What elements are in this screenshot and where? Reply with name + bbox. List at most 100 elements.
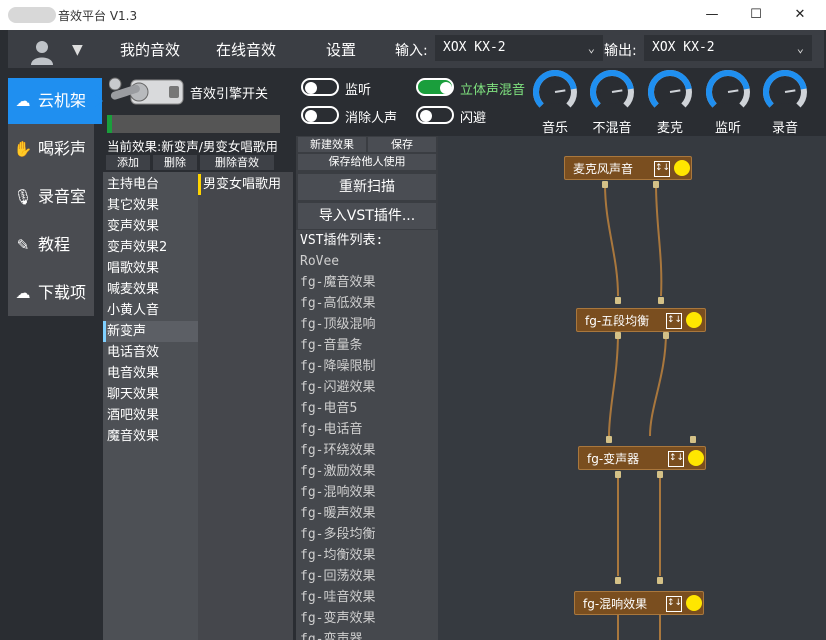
vst-plugin-item[interactable]: fg-回荡效果: [300, 566, 375, 587]
knob-monitor[interactable]: 监听: [704, 68, 752, 136]
chain-node-reverb[interactable]: fg-混响效果 ↕↓: [574, 591, 704, 615]
window-title: 音效平台 V1.3: [58, 9, 138, 23]
vst-plugin-item[interactable]: fg-环绕效果: [300, 440, 375, 461]
list-item[interactable]: 电话音效: [103, 342, 198, 363]
input-device-value: XOX KX-2: [443, 40, 506, 55]
level-meter-fill: [107, 115, 113, 133]
toggle-ducking[interactable]: [416, 106, 454, 124]
title-bar: 音效平台 V1.3 — ☐ ✕: [0, 0, 826, 30]
output-port-icon: [615, 471, 621, 478]
save-button[interactable]: 保存: [368, 137, 436, 152]
sidebar-item-studio[interactable]: 🎙 录音室: [8, 174, 102, 220]
list-item[interactable]: 喊麦效果: [103, 279, 198, 300]
toggle-vocal-remove[interactable]: [301, 106, 339, 124]
knob-no-mix-label: 不混音: [592, 121, 632, 136]
input-port-icon: [615, 577, 621, 584]
vst-plugin-item[interactable]: fg-电音5: [300, 398, 357, 419]
output-device-select[interactable]: XOX KX-2 ⌄: [644, 35, 812, 61]
vst-plugin-item[interactable]: fg-闪避效果: [300, 377, 375, 398]
output-port-icon: [663, 332, 669, 339]
status-dot-icon[interactable]: [686, 312, 702, 328]
list-item[interactable]: 主持电台: [103, 174, 198, 195]
menu-settings[interactable]: 设置: [326, 39, 356, 60]
toggle-ducking-label: 闪避: [460, 111, 487, 126]
list-item[interactable]: 变声效果: [103, 216, 198, 237]
input-device-select[interactable]: XOX KX-2 ⌄: [435, 35, 603, 61]
eq-settings-icon[interactable]: ↕↓: [668, 451, 684, 467]
knob-record-label: 录音: [771, 121, 798, 136]
status-dot-icon[interactable]: [674, 160, 690, 176]
chain-node-eq5[interactable]: fg-五段均衡 ↕↓: [576, 308, 706, 332]
list-item[interactable]: 电音效果: [103, 363, 198, 384]
save-for-others-button[interactable]: 保存给他人使用: [298, 154, 436, 170]
vst-plugin-item[interactable]: RoVee: [300, 251, 339, 272]
rescan-button[interactable]: 重新扫描: [298, 174, 436, 200]
delete-effect-button[interactable]: 删除音效: [200, 155, 274, 170]
sidebar-item-tutorial[interactable]: ✎ 教程: [8, 222, 102, 268]
status-dot-icon[interactable]: [686, 595, 702, 611]
user-avatar-icon[interactable]: [28, 38, 56, 66]
output-label: 输出:: [604, 43, 637, 59]
menu-my-effects[interactable]: 我的音效: [120, 39, 180, 60]
list-item[interactable]: 酒吧效果: [103, 405, 198, 426]
chain-node-voice-changer[interactable]: fg-变声器 ↕↓: [578, 446, 706, 470]
eq-settings-icon[interactable]: ↕↓: [666, 596, 682, 612]
vst-plugin-item[interactable]: fg-变声效果: [300, 608, 375, 629]
list-item[interactable]: 聊天效果: [103, 384, 198, 405]
vst-plugin-item[interactable]: fg-激励效果: [300, 461, 375, 482]
vst-plugin-item[interactable]: fg-哇音效果: [300, 587, 375, 608]
eq-settings-icon[interactable]: ↕↓: [666, 313, 682, 329]
sidebar-item-label: 云机架: [38, 91, 87, 110]
new-effect-button[interactable]: 新建效果: [298, 137, 366, 152]
vst-plugin-item[interactable]: fg-暖声效果: [300, 503, 375, 524]
vst-plugin-item[interactable]: fg-魔音效果: [300, 272, 375, 293]
import-vst-button[interactable]: 导入VST插件...: [298, 203, 436, 229]
vst-plugin-item[interactable]: fg-混响效果: [300, 482, 375, 503]
vst-plugin-item[interactable]: fg-变声器: [300, 629, 362, 640]
chain-node-mic[interactable]: 麦克风声音 ↕↓: [564, 156, 692, 180]
vst-plugin-item[interactable]: fg-电话音: [300, 419, 362, 440]
knob-no-mix[interactable]: 不混音: [588, 68, 636, 136]
vst-plugin-item[interactable]: fg-降噪限制: [300, 356, 375, 377]
toggle-monitor[interactable]: [301, 78, 339, 96]
knob-dial-icon: [648, 70, 692, 108]
toggle-stereo-mix-label: 立体声混音: [460, 83, 526, 98]
knob-record[interactable]: 录音: [761, 68, 809, 136]
knob-mic[interactable]: 麦克: [646, 68, 694, 136]
close-button[interactable]: ✕: [778, 0, 822, 30]
list-item[interactable]: 唱歌效果: [103, 258, 198, 279]
menu-online-effects[interactable]: 在线音效: [216, 39, 276, 60]
vst-plugin-item[interactable]: fg-高低效果: [300, 293, 375, 314]
toggle-stereo-mix[interactable]: [416, 78, 454, 96]
list-item[interactable]: 新变声: [103, 321, 198, 342]
knob-music[interactable]: 音乐: [531, 68, 579, 136]
status-dot-icon[interactable]: [688, 450, 704, 466]
vst-plugin-item[interactable]: fg-音量条: [300, 335, 362, 356]
delete-category-button[interactable]: 删除: [153, 155, 197, 170]
user-dropdown-icon[interactable]: ▼: [72, 42, 83, 58]
list-item[interactable]: 男变女唱歌用: [198, 174, 293, 195]
list-item[interactable]: 其它效果: [103, 195, 198, 216]
maximize-button[interactable]: ☐: [734, 0, 778, 30]
vst-plugin-item[interactable]: fg-均衡效果: [300, 545, 375, 566]
engine-switch-icon[interactable]: [109, 74, 185, 110]
eq-settings-icon[interactable]: ↕↓: [654, 161, 670, 177]
add-effect-button[interactable]: 添加: [106, 155, 150, 170]
tutorial-icon: ✎: [16, 236, 30, 254]
output-port-icon: [657, 471, 663, 478]
sidebar: ☁ 云机架 ✋ 喝彩声 🎙 录音室 ✎ 教程 ☁ 下载项: [8, 78, 102, 316]
sidebar-item-cheers[interactable]: ✋ 喝彩声: [8, 126, 102, 172]
engine-switch-label: 音效引擎开关: [190, 87, 269, 102]
knob-dial-icon: [763, 70, 807, 108]
sidebar-item-downloads[interactable]: ☁ 下载项: [8, 270, 102, 316]
vst-plugin-item[interactable]: fg-多段均衡: [300, 524, 375, 545]
sidebar-item-cloud-rack[interactable]: ☁ 云机架: [8, 78, 102, 124]
list-item[interactable]: 小黄人音: [103, 300, 198, 321]
vst-plugin-item[interactable]: fg-顶级混响: [300, 314, 375, 335]
chain-node-label: 麦克风声音: [573, 162, 634, 176]
level-meter: [107, 115, 280, 133]
list-item[interactable]: 变声效果2: [103, 237, 198, 258]
minimize-button[interactable]: —: [690, 0, 734, 30]
list-item[interactable]: 魔音效果: [103, 426, 198, 447]
menu-bar: ▼ 我的音效 在线音效 设置 输入: XOX KX-2 ⌄ 输出: XOX KX…: [8, 30, 824, 68]
